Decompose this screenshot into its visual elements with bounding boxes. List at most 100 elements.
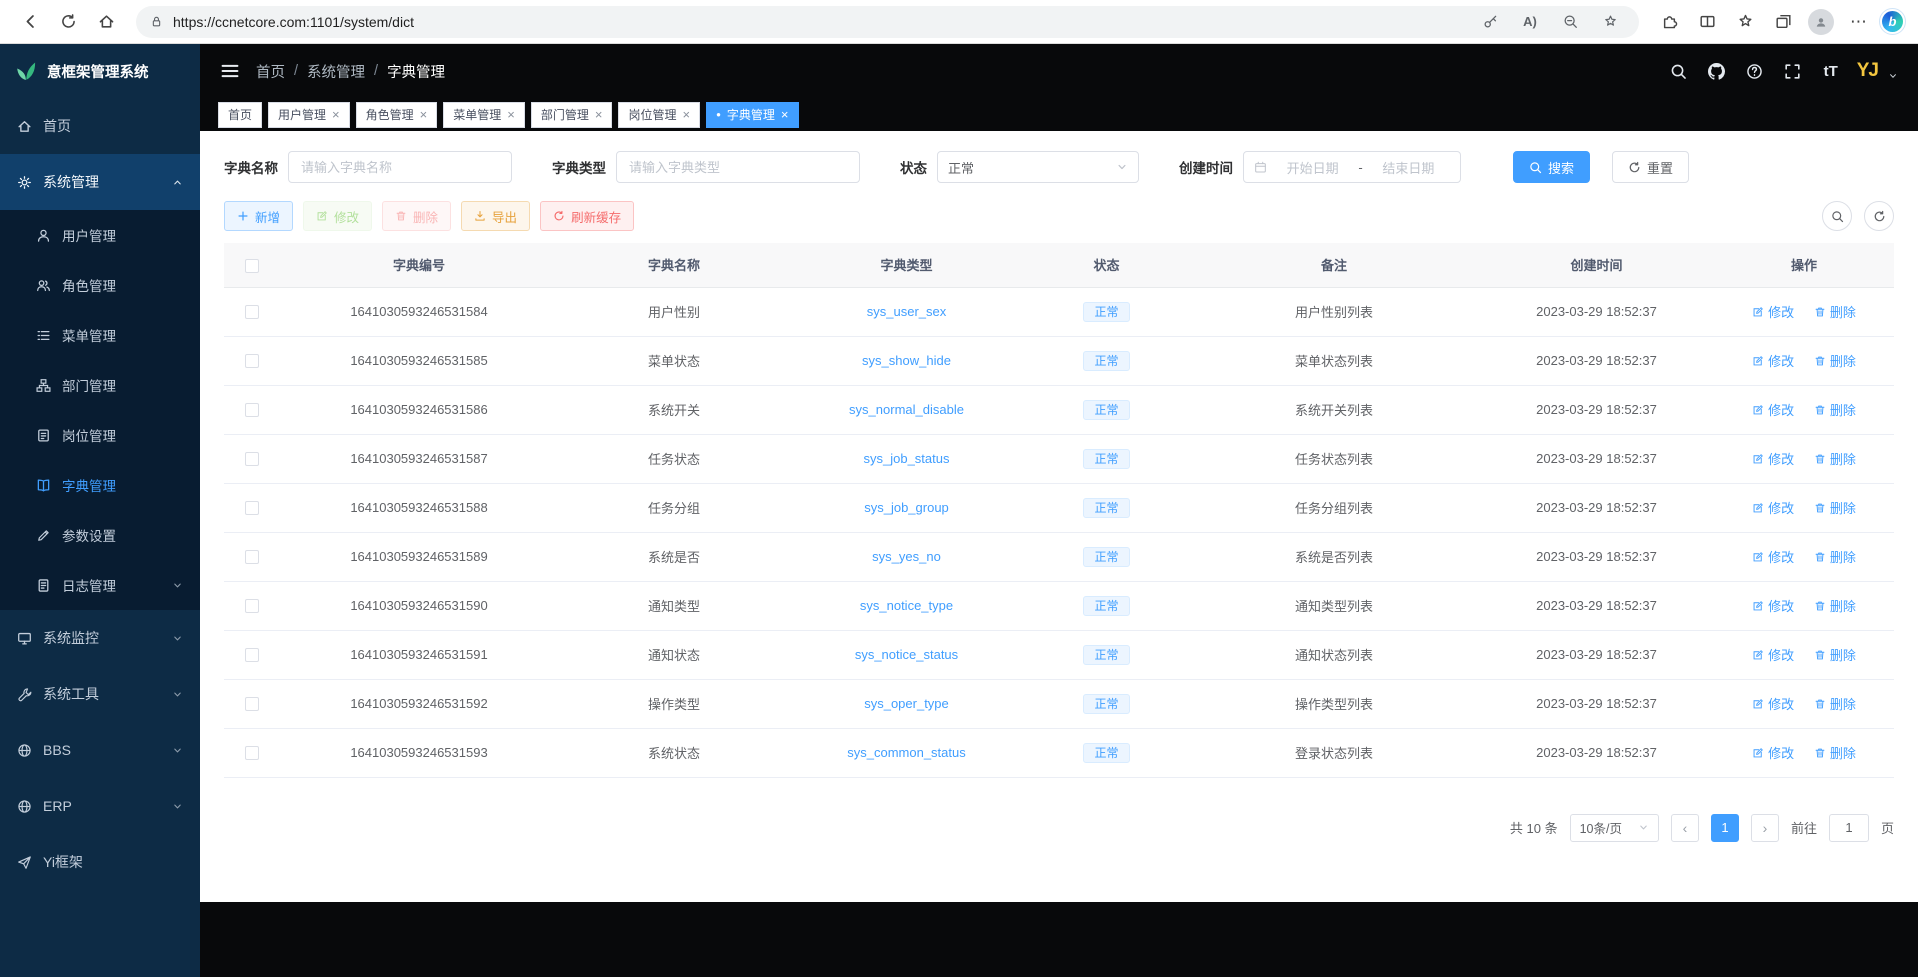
breadcrumb-home[interactable]: 首页 bbox=[256, 61, 285, 82]
collections-button[interactable] bbox=[1765, 5, 1801, 39]
favorites-button[interactable] bbox=[1727, 5, 1763, 39]
refresh-table-button[interactable] bbox=[1864, 201, 1894, 231]
breadcrumb-system[interactable]: 系统管理 bbox=[307, 61, 365, 82]
edit-link[interactable]: 修改 bbox=[1752, 498, 1794, 517]
search-button[interactable]: 搜索 bbox=[1513, 151, 1590, 183]
tab-user-mgmt[interactable]: 用户管理 × bbox=[268, 102, 350, 128]
edit-link[interactable]: 修改 bbox=[1752, 449, 1794, 468]
dict-type-link[interactable]: sys_common_status bbox=[847, 745, 966, 760]
dict-type-link[interactable]: sys_notice_type bbox=[860, 598, 953, 613]
yj-logo[interactable]: YJ bbox=[1853, 60, 1882, 82]
tab-dict-mgmt[interactable]: ● 字典管理 × bbox=[706, 102, 798, 128]
refresh-cache-button[interactable]: 刷新缓存 bbox=[540, 201, 634, 231]
dict-type-link[interactable]: sys_user_sex bbox=[867, 304, 946, 319]
sidebar-item-menu-mgmt[interactable]: 菜单管理 bbox=[0, 310, 200, 360]
edit-link[interactable]: 修改 bbox=[1752, 302, 1794, 321]
dict-name-input[interactable] bbox=[288, 151, 512, 183]
next-page-button[interactable]: › bbox=[1751, 814, 1779, 842]
sidebar-item-system-tools[interactable]: 系统工具 bbox=[0, 666, 200, 722]
sidebar-item-yi-framework[interactable]: Yi框架 bbox=[0, 834, 200, 890]
delete-link[interactable]: 删除 bbox=[1814, 302, 1856, 321]
close-icon[interactable]: × bbox=[682, 108, 690, 121]
close-icon[interactable]: × bbox=[507, 108, 515, 121]
reset-button[interactable]: 重置 bbox=[1612, 151, 1689, 183]
add-button[interactable]: 新增 bbox=[224, 201, 293, 231]
sidebar-toggle-icon[interactable] bbox=[220, 61, 240, 81]
dict-type-link[interactable]: sys_yes_no bbox=[872, 549, 941, 564]
dict-type-link[interactable]: sys_job_group bbox=[864, 500, 949, 515]
dict-type-link[interactable]: sys_normal_disable bbox=[849, 402, 964, 417]
url-text[interactable]: https://ccnetcore.com:1101/system/dict bbox=[173, 14, 1465, 30]
home-button[interactable] bbox=[88, 5, 124, 39]
sidebar-item-dict-mgmt[interactable]: 字典管理 bbox=[0, 460, 200, 510]
close-icon[interactable]: × bbox=[781, 108, 789, 121]
sidebar-item-post-mgmt[interactable]: 岗位管理 bbox=[0, 410, 200, 460]
toggle-search-button[interactable] bbox=[1822, 201, 1852, 231]
dict-type-link[interactable]: sys_job_status bbox=[864, 451, 950, 466]
delete-button[interactable]: 删除 bbox=[382, 201, 451, 231]
edit-link[interactable]: 修改 bbox=[1752, 645, 1794, 664]
page-size-select[interactable]: 10条/页 bbox=[1570, 814, 1659, 842]
row-checkbox[interactable] bbox=[245, 403, 259, 417]
select-all-checkbox[interactable] bbox=[245, 259, 259, 273]
tab-role-mgmt[interactable]: 角色管理 × bbox=[356, 102, 438, 128]
delete-link[interactable]: 删除 bbox=[1814, 645, 1856, 664]
row-checkbox[interactable] bbox=[245, 354, 259, 368]
help-icon[interactable] bbox=[1739, 55, 1771, 87]
row-checkbox[interactable] bbox=[245, 648, 259, 662]
page-number-1[interactable]: 1 bbox=[1711, 814, 1739, 842]
tab-home[interactable]: 首页 bbox=[218, 102, 262, 128]
dict-type-link[interactable]: sys_notice_status bbox=[855, 647, 958, 662]
sidebar-item-param-settings[interactable]: 参数设置 bbox=[0, 510, 200, 560]
app-logo[interactable]: 意框架管理系统 bbox=[0, 44, 200, 98]
tab-dept-mgmt[interactable]: 部门管理 × bbox=[531, 102, 613, 128]
edit-button[interactable]: 修改 bbox=[303, 201, 372, 231]
favorites-add-icon[interactable] bbox=[1595, 8, 1625, 36]
edit-link[interactable]: 修改 bbox=[1752, 743, 1794, 762]
split-screen-button[interactable] bbox=[1689, 5, 1725, 39]
delete-link[interactable]: 删除 bbox=[1814, 694, 1856, 713]
edit-link[interactable]: 修改 bbox=[1752, 596, 1794, 615]
tab-post-mgmt[interactable]: 岗位管理 × bbox=[618, 102, 700, 128]
dict-type-link[interactable]: sys_oper_type bbox=[864, 696, 949, 711]
delete-link[interactable]: 删除 bbox=[1814, 400, 1856, 419]
delete-link[interactable]: 删除 bbox=[1814, 351, 1856, 370]
row-checkbox[interactable] bbox=[245, 305, 259, 319]
back-button[interactable] bbox=[12, 5, 48, 39]
row-checkbox[interactable] bbox=[245, 452, 259, 466]
sidebar-item-system-mgmt[interactable]: 系统管理 bbox=[0, 154, 200, 210]
delete-link[interactable]: 删除 bbox=[1814, 596, 1856, 615]
sidebar-item-dept-mgmt[interactable]: 部门管理 bbox=[0, 360, 200, 410]
address-bar[interactable]: https://ccnetcore.com:1101/system/dict A… bbox=[136, 6, 1639, 38]
close-icon[interactable]: × bbox=[420, 108, 428, 121]
delete-link[interactable]: 删除 bbox=[1814, 449, 1856, 468]
goto-page-input[interactable] bbox=[1829, 814, 1869, 842]
dict-type-link[interactable]: sys_show_hide bbox=[862, 353, 951, 368]
sidebar-item-user-mgmt[interactable]: 用户管理 bbox=[0, 210, 200, 260]
delete-link[interactable]: 删除 bbox=[1814, 498, 1856, 517]
date-range-picker[interactable]: 开始日期 - 结束日期 bbox=[1243, 151, 1461, 183]
close-icon[interactable]: × bbox=[332, 108, 340, 121]
profile-button[interactable] bbox=[1803, 5, 1839, 39]
edit-link[interactable]: 修改 bbox=[1752, 351, 1794, 370]
delete-link[interactable]: 删除 bbox=[1814, 547, 1856, 566]
export-button[interactable]: 导出 bbox=[461, 201, 530, 231]
row-checkbox[interactable] bbox=[245, 599, 259, 613]
status-select[interactable]: 正常 bbox=[937, 151, 1139, 183]
password-key-icon[interactable] bbox=[1475, 8, 1505, 36]
read-aloud-icon[interactable]: A) bbox=[1515, 8, 1545, 36]
delete-link[interactable]: 删除 bbox=[1814, 743, 1856, 762]
header-search-icon[interactable] bbox=[1663, 55, 1695, 87]
edit-link[interactable]: 修改 bbox=[1752, 694, 1794, 713]
zoom-icon[interactable] bbox=[1555, 8, 1585, 36]
sidebar-item-erp[interactable]: ERP bbox=[0, 778, 200, 834]
sidebar-item-bbs[interactable]: BBS bbox=[0, 722, 200, 778]
prev-page-button[interactable]: ‹ bbox=[1671, 814, 1699, 842]
row-checkbox[interactable] bbox=[245, 697, 259, 711]
sidebar-item-system-monitor[interactable]: 系统监控 bbox=[0, 610, 200, 666]
edit-link[interactable]: 修改 bbox=[1752, 547, 1794, 566]
font-size-icon[interactable]: tT bbox=[1815, 55, 1847, 87]
more-menu-button[interactable]: ⋯ bbox=[1841, 5, 1877, 39]
chevron-down-icon[interactable] bbox=[1888, 71, 1898, 81]
copilot-button[interactable]: b bbox=[1879, 8, 1906, 35]
